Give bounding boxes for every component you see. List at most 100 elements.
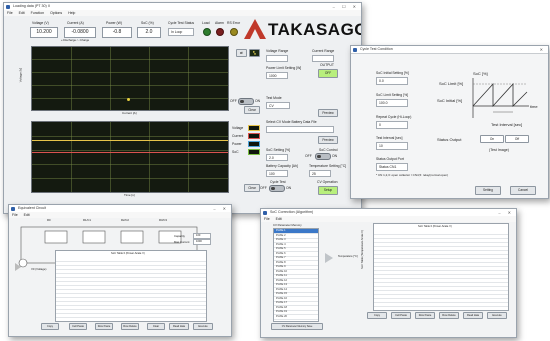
main-title: Loading data (PT 30) II bbox=[13, 4, 50, 8]
test-mode-select[interactable]: CV bbox=[266, 102, 290, 109]
circuit-row-delete-button[interactable]: Row Delete bbox=[121, 323, 139, 330]
grid-line bbox=[32, 72, 228, 73]
param-row-paste-button[interactable]: Row Paste bbox=[415, 312, 435, 319]
legend-current-swatch bbox=[248, 133, 260, 139]
reset-toggle[interactable] bbox=[238, 98, 254, 105]
cycle-test-dialog: Cycle Test Condition ✕ SoC Initial Setti… bbox=[350, 45, 549, 199]
param-menubar: File Edit bbox=[261, 216, 516, 222]
param-menu-file[interactable]: File bbox=[264, 217, 270, 221]
grid-line bbox=[71, 47, 72, 110]
node-label-r1: R1/C1 bbox=[83, 218, 91, 222]
circuit-copy-button[interactable]: Copy bbox=[41, 323, 59, 330]
circuit-table-grid bbox=[56, 259, 206, 321]
temperature-label: Temperature Setting [°C] bbox=[309, 164, 347, 168]
param-window-controls[interactable]: – ✕ bbox=[498, 209, 514, 216]
chart1-zoom-button[interactable]: ▚ bbox=[249, 49, 260, 57]
max-current-label: Max Current bbox=[174, 240, 190, 244]
time-chart bbox=[31, 121, 229, 193]
cycle-test-label: Cycle Test bbox=[270, 180, 286, 184]
grid-line bbox=[188, 122, 189, 192]
cycle-test-toggle[interactable] bbox=[269, 185, 285, 192]
param-list[interactable]: Profile 1 Profile 2 Profile 3 Profile 4 … bbox=[273, 228, 319, 322]
circuit-read-data-button[interactable]: Read data bbox=[169, 323, 189, 330]
setup-button[interactable]: Setup bbox=[318, 186, 338, 195]
param-execute-button[interactable]: Execute bbox=[487, 312, 507, 319]
circuit-window-controls[interactable]: – ✕ bbox=[213, 205, 229, 212]
soc-label: SoC (%) bbox=[141, 21, 154, 25]
circuit-soc-table[interactable]: SoC Table 0 (Power-Scale V) bbox=[55, 250, 207, 322]
clear-chart1-button[interactable]: Clear bbox=[244, 106, 260, 114]
menu-options[interactable]: Options bbox=[50, 11, 62, 15]
repeat-cycle-input[interactable]: 0 bbox=[376, 121, 408, 129]
cv-operation-label: CV Operation bbox=[317, 180, 338, 184]
test-interval-input[interactable]: 10 bbox=[376, 142, 408, 150]
param-side-label: Temperature [°C] bbox=[338, 255, 358, 258]
soc-readout: 2.0 bbox=[137, 27, 161, 38]
cycle-dialog-title: Cycle Test Condition bbox=[360, 47, 393, 51]
voltage-label: Voltage (V) bbox=[32, 21, 49, 25]
circuit-menu-file[interactable]: File bbox=[12, 213, 18, 217]
soc-control-toggle[interactable] bbox=[315, 153, 331, 160]
circuit-row-paste-button[interactable]: Row Paste bbox=[95, 323, 113, 330]
grid-line bbox=[110, 47, 111, 110]
battery-capacity-label: Battery Capacity [Ah] bbox=[266, 164, 298, 168]
current-range-select[interactable] bbox=[312, 55, 334, 62]
param-row-delete-button[interactable]: Row Delete bbox=[439, 312, 459, 319]
legend-power-swatch bbox=[248, 141, 260, 147]
status-port-select[interactable]: Status CN1 bbox=[376, 163, 408, 171]
param-read-data-button[interactable]: Read data bbox=[463, 312, 483, 319]
current-label: Current (A) bbox=[67, 21, 84, 25]
alarm-led bbox=[216, 28, 224, 36]
param-soc-table[interactable]: SoC Table 0 (Power-Scale V) bbox=[373, 223, 509, 311]
cycle-off-label: OFF bbox=[260, 186, 267, 190]
power-limit-input[interactable]: 1000 bbox=[266, 72, 288, 79]
setting-button[interactable]: Setting bbox=[475, 186, 501, 195]
cancel-button[interactable]: Cancel bbox=[510, 186, 536, 195]
rs-error-indicator-label: RS Error bbox=[227, 21, 241, 25]
circuit-clear-button[interactable]: Clear bbox=[147, 323, 165, 330]
soc-setting-input[interactable]: 2.0 bbox=[266, 154, 288, 161]
grid-line bbox=[32, 98, 228, 99]
circuit-cell-paste-button[interactable]: Cell Paste bbox=[69, 323, 87, 330]
power-readout: -0.8 bbox=[102, 27, 132, 38]
chart1-xlabel: Current [A] bbox=[122, 111, 137, 115]
soc-initial-input[interactable]: 0.0 bbox=[376, 77, 408, 85]
circuit-table-title: SoC Table 0 (Power-Scale V) bbox=[111, 252, 145, 255]
clear-chart2-button[interactable]: Clear bbox=[244, 184, 260, 192]
dialog-close-icon[interactable]: ✕ bbox=[540, 46, 546, 53]
circuit-execute-button[interactable]: Execute bbox=[193, 323, 213, 330]
dialog-icon bbox=[353, 47, 357, 52]
param-memory-save-button[interactable]: CV Parameter Memory Save bbox=[271, 323, 323, 330]
max-current-input[interactable]: 1000 bbox=[193, 239, 211, 245]
soc-limit-input[interactable]: 100.0 bbox=[376, 99, 408, 107]
menu-edit[interactable]: Edit bbox=[19, 11, 25, 15]
circuit-menu-edit[interactable]: Edit bbox=[24, 213, 30, 217]
soc-on-label: ON bbox=[332, 154, 338, 158]
source-label: V0 (Voltage) bbox=[31, 267, 47, 271]
menu-file[interactable]: File bbox=[7, 11, 13, 15]
current-range-label: Current Range bbox=[312, 49, 335, 53]
output-label: OUTPUT bbox=[320, 63, 334, 67]
param-menu-edit[interactable]: Edit bbox=[276, 217, 282, 221]
voltage-range-select[interactable] bbox=[266, 55, 288, 62]
param-cell-paste-button[interactable]: Cell Paste bbox=[391, 312, 411, 319]
diagram-interval-label: Test Interval [sec] bbox=[491, 122, 523, 127]
param-copy-button[interactable]: Copy bbox=[367, 312, 387, 319]
current-trace bbox=[32, 152, 228, 153]
list-item[interactable]: Profile 20 bbox=[274, 315, 318, 320]
output-button[interactable]: OFF bbox=[318, 69, 338, 78]
window-controls[interactable]: – ☐ ✕ bbox=[333, 3, 359, 10]
menu-help[interactable]: Help bbox=[68, 11, 75, 15]
temperature-input[interactable]: 25 bbox=[309, 170, 331, 177]
legend-current: Current bbox=[232, 134, 244, 138]
preview-button-1[interactable]: Preview bbox=[318, 109, 338, 117]
grid-line bbox=[188, 47, 189, 110]
status-port-label: Status Output Port bbox=[376, 157, 404, 161]
battery-capacity-input[interactable]: 100 bbox=[266, 170, 288, 177]
menu-function[interactable]: Function bbox=[31, 11, 44, 15]
param-table-grid bbox=[374, 232, 508, 310]
chart1-mode-button[interactable]: ⇄ bbox=[236, 49, 247, 57]
select-file-input[interactable] bbox=[266, 126, 334, 133]
preview-button-2[interactable]: Preview bbox=[318, 136, 338, 144]
main-menubar: File Edit Function Options Help bbox=[4, 10, 361, 16]
